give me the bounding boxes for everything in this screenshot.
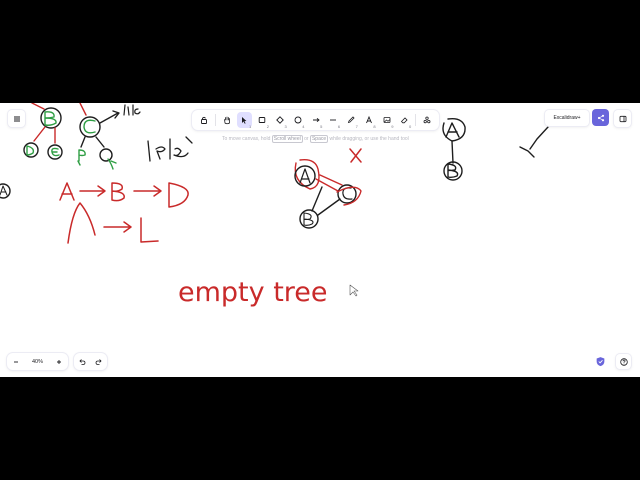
tool-shortcut-key: 6: [337, 124, 341, 129]
canvas-hint: To move canvas, hold Scroll wheel or Spa…: [222, 135, 409, 143]
sidebar-icon: [619, 115, 626, 122]
tool-shortcut-key: 9: [391, 124, 394, 129]
tool-extra-tools[interactable]: [419, 112, 435, 128]
arrow-right-icon: [312, 117, 320, 123]
mouse-cursor: [349, 284, 359, 297]
undo-icon: [79, 358, 86, 365]
tool-eraser[interactable]: 0: [397, 112, 413, 129]
toolbar-divider: [415, 114, 417, 126]
sketch-sequence-red[interactable]: [59, 182, 189, 244]
pointer-icon: [242, 117, 247, 124]
plus-icon: [56, 359, 61, 364]
canvas-text-empty-tree[interactable]: empty tree: [178, 277, 328, 308]
ellipse-icon: [294, 116, 302, 124]
zoom-in-button[interactable]: [53, 356, 65, 368]
share-icon: [597, 114, 604, 121]
toolbar-divider: [214, 114, 216, 126]
sidebar-toggle-button[interactable]: [614, 110, 631, 127]
tool-lock[interactable]: [196, 112, 212, 128]
tool-line[interactable]: 6: [325, 112, 341, 129]
tool-shortcut-key: 2: [266, 124, 269, 129]
tool-ellipse[interactable]: 4: [290, 112, 306, 129]
tool-arrow[interactable]: 5: [308, 112, 324, 129]
sketch-graph-center[interactable]: [294, 148, 362, 229]
tool-image[interactable]: 9: [379, 112, 395, 129]
hint-middle: or: [304, 136, 309, 142]
excalidraw-plus-button[interactable]: Excalidraw+: [545, 110, 589, 126]
hint-key-space: Space: [309, 135, 329, 143]
tool-hand[interactable]: [219, 112, 235, 128]
excalidraw-app: empty tree 1 2 3 4 5 6 7 8 9 0 To move c…: [0, 103, 640, 377]
sketch-tree-left[interactable]: [0, 103, 193, 199]
tool-text[interactable]: 8: [361, 112, 377, 129]
shapes-toolbar: 1 2 3 4 5 6 7 8 9 0: [192, 110, 439, 130]
redo-icon: [95, 358, 102, 365]
tool-selection[interactable]: 1: [236, 112, 253, 129]
excalidraw-plus-label: Excalidraw+: [553, 115, 581, 121]
tool-shortcut-key: 8: [373, 124, 376, 129]
hint-key-scroll: Scroll wheel: [271, 135, 303, 143]
share-button[interactable]: [592, 109, 609, 126]
tool-shortcut-key: 3: [284, 124, 287, 129]
help-icon: [619, 357, 628, 366]
tool-diamond[interactable]: 3: [272, 112, 288, 129]
main-menu-button[interactable]: [8, 110, 25, 127]
lock-icon: [200, 116, 207, 124]
undo-redo-controls: [74, 353, 107, 370]
hand-icon: [223, 116, 230, 125]
encryption-button[interactable]: [594, 355, 607, 368]
drawing-canvas[interactable]: empty tree: [0, 103, 640, 377]
rectangle-icon: [258, 117, 266, 123]
tool-shortcut-key: 4: [302, 124, 305, 129]
tool-rectangle[interactable]: 2: [254, 112, 270, 129]
redo-button[interactable]: [93, 356, 105, 368]
hint-prefix: To move canvas, hold: [222, 136, 271, 142]
minus-icon: [14, 361, 18, 362]
sketch-tree-right[interactable]: [442, 117, 549, 181]
line-icon: [330, 119, 337, 121]
tool-shortcut-key: 5: [320, 124, 323, 129]
tool-draw[interactable]: 7: [343, 112, 359, 129]
pencil-icon: [347, 116, 355, 124]
hamburger-icon: [13, 116, 20, 121]
help-button[interactable]: [616, 354, 631, 369]
zoom-level[interactable]: 40%: [32, 359, 43, 365]
zoom-controls: 40%: [7, 353, 68, 370]
image-icon: [383, 117, 391, 123]
shield-icon: [596, 357, 605, 367]
undo-button[interactable]: [76, 356, 88, 368]
tool-shortcut-key: 7: [355, 124, 358, 129]
text-icon: [365, 115, 372, 124]
diamond-icon: [276, 116, 284, 124]
tool-shortcut-key: 0: [408, 124, 412, 129]
hint-suffix: while dragging, or use the hand tool: [329, 136, 409, 142]
shapes-extra-icon: [423, 116, 431, 124]
zoom-out-button[interactable]: [10, 356, 22, 368]
tool-shortcut-key: 1: [248, 124, 252, 129]
eraser-icon: [401, 117, 408, 124]
